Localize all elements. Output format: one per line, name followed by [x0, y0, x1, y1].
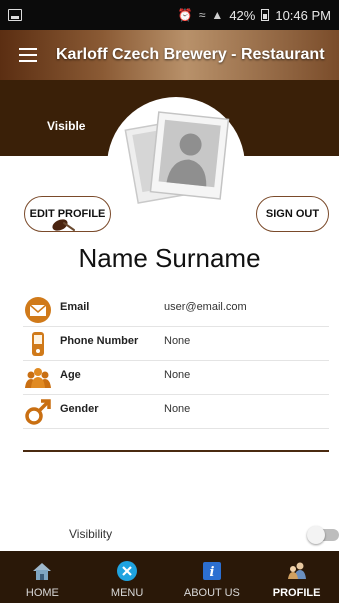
battery-percent: 42% [229, 7, 256, 23]
status-time: 10:46 PM [275, 7, 331, 23]
hamburger-icon[interactable] [0, 30, 56, 80]
visibility-badge: Visible [47, 119, 86, 133]
alarm-icon: ⏰ [177, 8, 193, 22]
app-bar: Karloff Czech Brewery - Restaurant [0, 30, 339, 80]
user-icon [287, 562, 306, 579]
visibility-label: Visibility [69, 527, 113, 541]
bottom-nav: HOME MENU i ABOUT US PROFILE [0, 551, 339, 603]
avatar-placeholder-icon[interactable] [124, 110, 234, 210]
sign-out-button[interactable]: SIGN OUT [256, 196, 329, 232]
profile-info-list: Email user@email.com Phone Number None A… [23, 293, 329, 429]
nav-about-label: ABOUT US [183, 587, 240, 599]
phone-value: None [164, 335, 191, 347]
info-row-email: Email user@email.com [23, 293, 329, 327]
nav-home-label: HOME [25, 587, 59, 599]
nav-profile[interactable]: PROFILE [254, 551, 339, 603]
envelope-icon [25, 297, 51, 323]
info-row-age: Age None [23, 361, 329, 395]
battery-icon [261, 9, 270, 21]
status-bar: ⏰ ≈ ▲ 42% 10:46 PM [0, 0, 339, 30]
nav-home[interactable]: HOME [0, 551, 85, 603]
nav-menu-label: MENU [110, 587, 144, 599]
gender-value: None [164, 403, 191, 415]
pen-icon [52, 219, 75, 231]
nav-about[interactable]: i ABOUT US [170, 551, 255, 603]
toggle-knob [307, 526, 325, 544]
status-right: ⏰ ≈ ▲ 42% 10:46 PM [178, 8, 331, 23]
people-icon [25, 368, 51, 388]
svg-text:i: i [209, 565, 214, 580]
home-icon [33, 563, 52, 580]
age-label: Age [60, 369, 81, 381]
phone-icon [32, 332, 44, 356]
close-circle-icon [117, 561, 138, 581]
info-icon: i [202, 562, 221, 580]
visibility-toggle[interactable] [307, 526, 339, 544]
gender-label: Gender [60, 403, 99, 415]
signal-icon: ▲ [211, 8, 224, 22]
nav-profile-label: PROFILE [272, 587, 321, 599]
nav-menu[interactable]: MENU [85, 551, 170, 603]
phone-label: Phone Number [60, 335, 139, 347]
profile-name: Name Surname [78, 243, 261, 273]
section-divider [23, 450, 329, 452]
app-title: Karloff Czech Brewery - Restaurant [56, 46, 325, 63]
wifi-icon: ≈ [198, 8, 206, 22]
screenshot-icon [8, 9, 22, 21]
email-value: user@email.com [164, 301, 247, 313]
age-value: None [164, 369, 191, 381]
info-row-gender: Gender None [23, 395, 329, 429]
male-icon [25, 399, 51, 425]
info-row-phone: Phone Number None [23, 327, 329, 361]
email-label: Email [60, 301, 90, 313]
